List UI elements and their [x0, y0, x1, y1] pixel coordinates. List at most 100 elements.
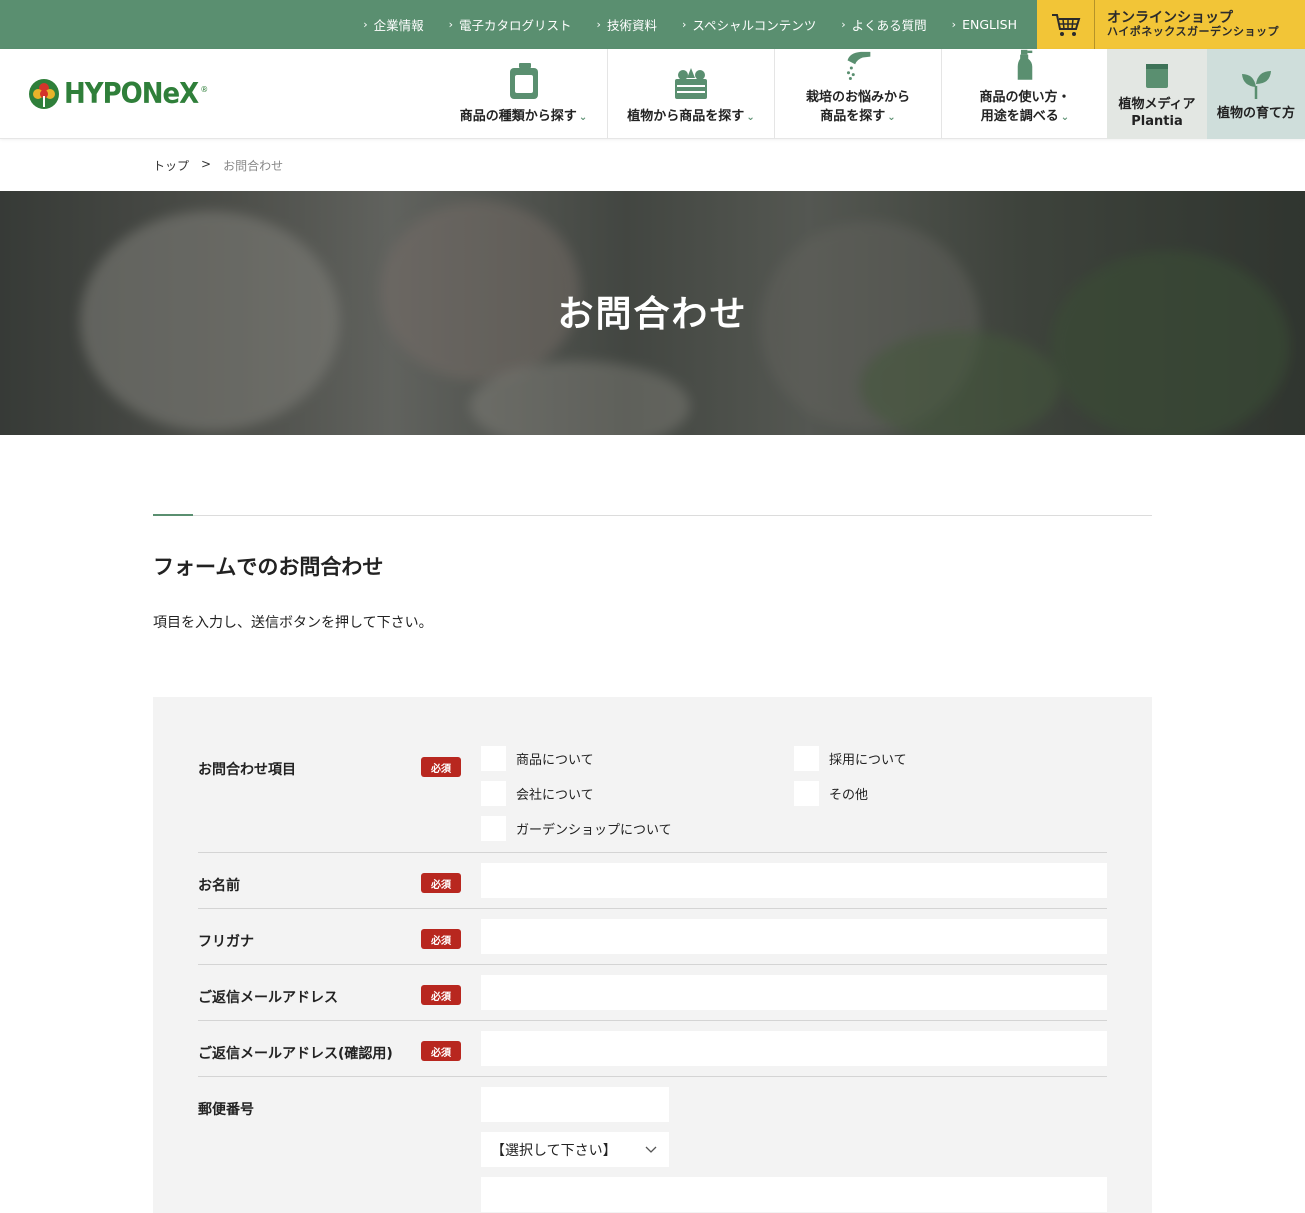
required-badge: 必須 [421, 757, 461, 777]
section-title: フォームでのお問合わせ [153, 555, 384, 579]
flower-logo-icon [29, 79, 59, 109]
link-technical[interactable]: › 技術資料 [597, 15, 657, 34]
nav-label: 商品の種類から探す [459, 109, 577, 125]
checkbox-garden-shop[interactable]: ガーデンショップについて [481, 816, 672, 841]
chevron-down-icon: ⌄ [746, 112, 755, 124]
checkbox-label: 会社について [516, 788, 594, 803]
link-special[interactable]: › スペシャルコンテンツ [682, 15, 816, 34]
required-badge: 必須 [421, 873, 461, 893]
field-label: お問合わせ項目 [198, 762, 296, 778]
breadcrumb-separator: > [201, 157, 212, 171]
email-confirm-input[interactable] [481, 1031, 1107, 1066]
checkbox-label: ガーデンショップについて [516, 823, 672, 838]
zip-input[interactable] [481, 1087, 669, 1122]
divider-accent [153, 514, 193, 516]
sprout-icon [1242, 71, 1271, 100]
book-icon [1146, 64, 1168, 89]
cart-icon [1037, 0, 1095, 49]
nav-label: 商品を探す [820, 109, 886, 125]
form-row-email-confirm: ご返信メールアドレス(確認用) 必須 [198, 1021, 1107, 1077]
form-row-inquiry: お問合わせ項目 必須 商品について 採用について 会社について その他 ガーデン… [198, 697, 1107, 853]
field-label: ご返信メールアドレス(確認用) [198, 1046, 393, 1062]
form-row-kana: フリガナ 必須 [198, 909, 1107, 965]
shop-title: オンラインショップ [1107, 10, 1233, 27]
chevron-right-icon: › [951, 18, 957, 31]
checkbox-company[interactable]: 会社について [481, 781, 594, 806]
chevron-down-icon: ⌄ [578, 112, 588, 124]
select-value: 【選択して下さい】 [491, 1142, 617, 1159]
nav-label: 植物から商品を探す [627, 109, 745, 125]
field-label: ご返信メールアドレス [198, 990, 338, 1006]
nav-how-to-grow[interactable]: 植物の育て方 [1207, 49, 1305, 139]
chevron-down-icon: ⌄ [1060, 112, 1070, 124]
spray-bottle-icon [1017, 49, 1033, 80]
online-shop-button[interactable]: オンラインショップ ハイポネックスガーデンショップ [1037, 0, 1305, 49]
breadcrumb-home[interactable]: トップ [153, 157, 189, 174]
top-bar: › 企業情報 › 電子カタログリスト › 技術資料 › スペシャルコンテンツ › よくある… [0, 0, 1305, 49]
chevron-right-icon: › [448, 18, 454, 31]
contact-form: お問合わせ項目 必須 商品について 採用について 会社について その他 ガーデン… [153, 697, 1152, 1213]
checkbox-other[interactable]: その他 [794, 781, 868, 806]
nav-label: 栽培のお悩みから [805, 90, 910, 106]
kana-input[interactable] [481, 919, 1107, 954]
nav-label: Plantia [1131, 114, 1183, 130]
vegetable-basket-icon [675, 68, 707, 100]
chevron-right-icon: › [596, 18, 601, 31]
prefecture-select[interactable]: 【選択して下さい】 [481, 1132, 669, 1167]
chevron-right-icon: › [841, 18, 846, 31]
nav-by-problem[interactable]: 栽培のお悩みから商品を探す ⌄ [774, 49, 941, 139]
nav-plantia[interactable]: 植物メディア Plantia [1107, 49, 1207, 139]
shop-text: オンラインショップ ハイポネックスガーデンショップ [1095, 10, 1279, 39]
email-input[interactable] [481, 975, 1107, 1010]
nav-label: 用途を調べる [980, 109, 1059, 125]
breadcrumb-current: お問合わせ [223, 159, 284, 173]
checkbox-box[interactable] [794, 781, 819, 806]
name-input[interactable] [481, 863, 1107, 898]
checkbox-label: 採用について [829, 753, 907, 768]
nav-label: 植物の育て方 [1216, 106, 1295, 122]
nav-label: 植物メディア [1118, 97, 1196, 113]
link-faq[interactable]: › よくある質問 [841, 15, 926, 34]
chevron-down-icon: ⌄ [887, 112, 896, 124]
checkbox-recruit[interactable]: 採用について [794, 746, 907, 771]
link-english[interactable]: › ENGLISH [952, 17, 1017, 32]
required-badge: 必須 [421, 985, 461, 1005]
checkbox-box[interactable] [481, 746, 506, 771]
field-label: 郵便番号 [198, 1102, 254, 1118]
link-catalog[interactable]: › 電子カタログリスト [449, 15, 572, 34]
logo-registered: ® [200, 84, 209, 94]
nav-label: 商品の使い方・ [979, 90, 1071, 106]
form-row-email: ご返信メールアドレス 必須 [198, 965, 1107, 1021]
section-lead: 項目を入力し、送信ボタンを押して下さい。 [153, 615, 433, 631]
page-title: お問合わせ [557, 294, 748, 335]
checkbox-product[interactable]: 商品について [481, 746, 594, 771]
hero-banner: お問合わせ [0, 191, 1305, 435]
required-badge: 必須 [421, 929, 461, 949]
nav-by-plant[interactable]: 植物から商品を探す ⌄ [607, 49, 774, 139]
shop-subtitle: ハイポネックスガーデンショップ [1107, 25, 1279, 39]
watering-can-icon [846, 51, 871, 80]
main-nav: 商品の種類から探す⌄ 植物から商品を探す⌄ 栽培のお悩みから商品を探す⌄ [440, 49, 1108, 139]
address-input[interactable] [481, 1177, 1107, 1212]
hyponex-logo[interactable]: HYPONeX ® [28, 77, 209, 111]
checkbox-label: その他 [829, 788, 869, 803]
field-label: フリガナ [198, 934, 254, 950]
chevron-right-icon: › [681, 18, 687, 31]
logo-wordmark: HYPONeX [64, 77, 199, 111]
checkbox-box[interactable] [481, 816, 506, 841]
chevron-down-icon [645, 1146, 657, 1153]
form-row-address: 郵便番号 【選択して下さい】 [198, 1077, 1107, 1213]
link-company[interactable]: › 企業情報 [363, 15, 423, 34]
main-header: HYPONeX ® 商品の種類から探す ⌄ 植物から商品を探す ⌄ 栽培のお悩み… [0, 49, 1305, 139]
checkbox-label: 商品について [516, 753, 594, 768]
form-row-name: お名前 必須 [198, 853, 1107, 909]
utility-links: › 企業情報 › 電子カタログリスト › 技術資料 › スペシャルコンテンツ › よくある… [338, 0, 1017, 49]
field-label: お名前 [198, 878, 240, 894]
required-badge: 必須 [421, 1041, 461, 1061]
bottle-jar-icon [509, 63, 538, 100]
section-divider [153, 514, 1152, 516]
checkbox-box[interactable] [481, 781, 506, 806]
nav-usage[interactable]: 商品の使い方・ 用途を調べる ⌄ [941, 49, 1108, 139]
nav-product-type[interactable]: 商品の種類から探す ⌄ [440, 49, 607, 139]
checkbox-box[interactable] [794, 746, 819, 771]
